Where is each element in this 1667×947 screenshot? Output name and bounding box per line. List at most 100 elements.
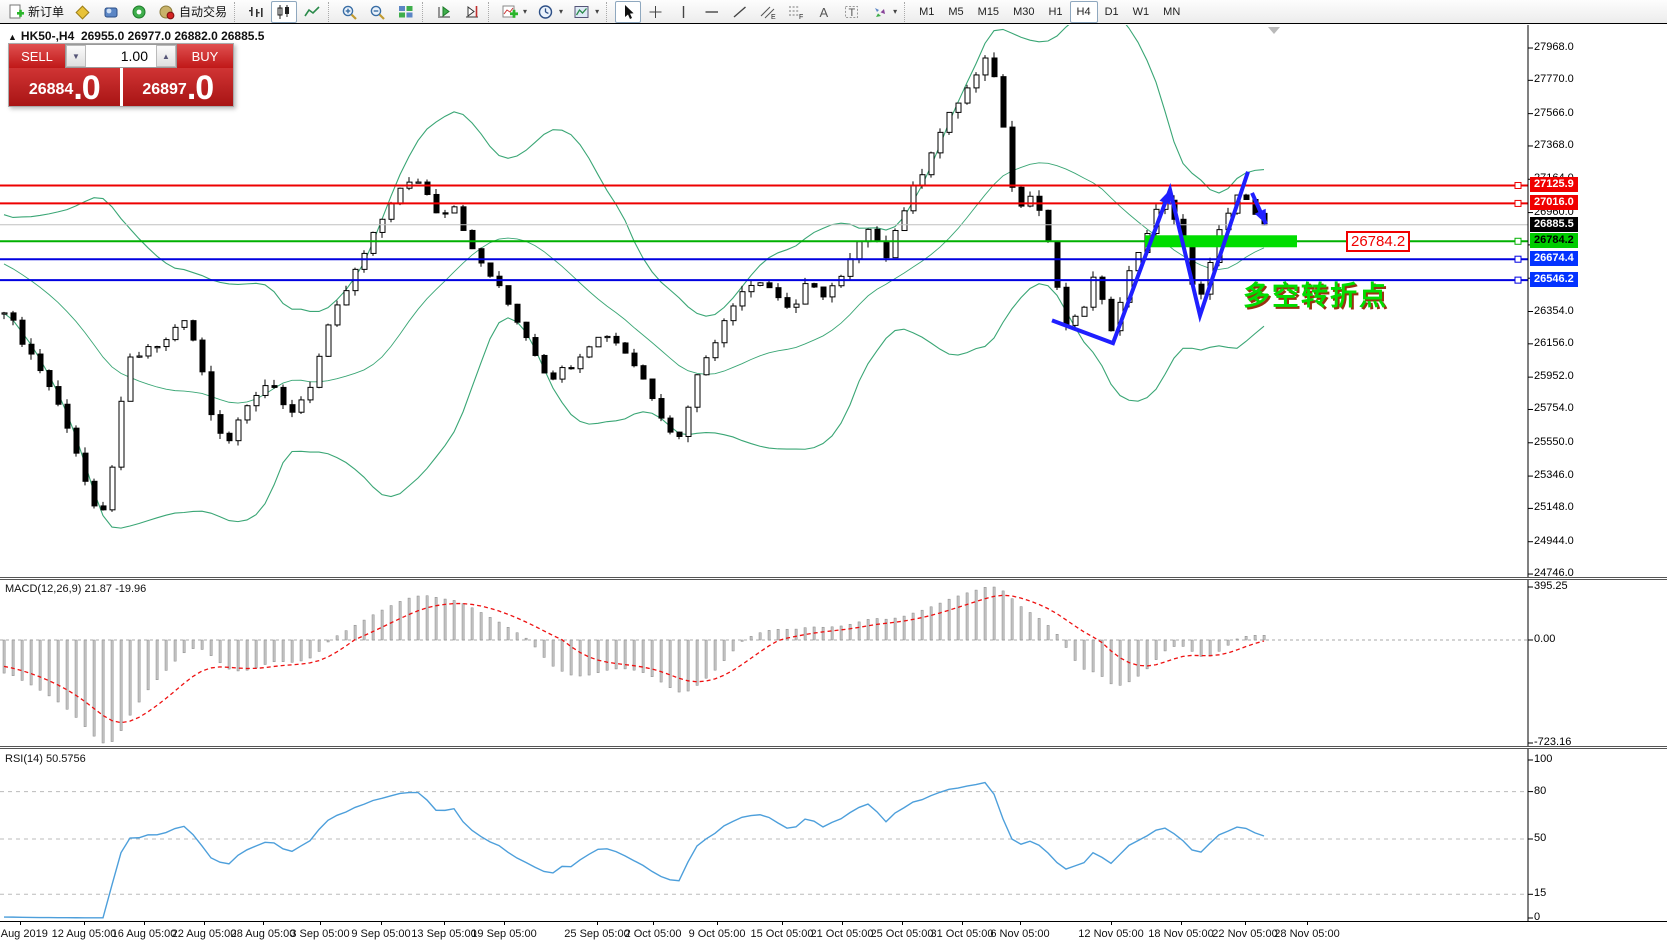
- macd-histogram-bar: [20, 639, 24, 681]
- volume-decrease-button[interactable]: ▼: [66, 45, 86, 67]
- cursor-button[interactable]: [615, 0, 642, 23]
- line-endpoint-handle[interactable]: [1514, 276, 1522, 284]
- macd-histogram-bar: [677, 639, 681, 693]
- templates-button[interactable]: ▾: [569, 1, 603, 23]
- channel-icon: E: [760, 6, 776, 20]
- candle-body: [46, 370, 53, 388]
- chevron-down-icon[interactable]: ▾: [595, 7, 599, 16]
- candle-body: [442, 212, 449, 215]
- date-label: 18 Nov 05:00: [1148, 928, 1214, 940]
- buy-price-display[interactable]: 26897.0: [122, 68, 233, 106]
- sell-button[interactable]: SELL: [9, 44, 65, 68]
- timeframe-button-h1[interactable]: H1: [1041, 1, 1069, 23]
- macd-histogram-bar: [38, 639, 42, 691]
- macd-histogram-bar: [947, 598, 951, 641]
- macd-histogram-bar: [92, 639, 96, 737]
- bar-chart-button[interactable]: [243, 1, 269, 23]
- auto-trading-button[interactable]: 自动交易: [154, 1, 231, 23]
- candle-body: [325, 324, 332, 357]
- macd-pane[interactable]: [0, 580, 1667, 746]
- timeframe-button-m5[interactable]: M5: [941, 1, 970, 23]
- crosshair-button[interactable]: [643, 1, 669, 23]
- tile-windows-button[interactable]: [393, 1, 419, 23]
- timeframe-button-m30[interactable]: M30: [1006, 1, 1041, 23]
- chevron-down-icon[interactable]: ▾: [559, 7, 563, 16]
- indicators-button[interactable]: ▾: [497, 1, 531, 23]
- macd-histogram-bar: [254, 639, 258, 669]
- chevron-down-icon[interactable]: ▾: [893, 7, 897, 16]
- clock-icon: [538, 4, 553, 19]
- channel-button[interactable]: E: [755, 1, 781, 23]
- chart-shift-button[interactable]: [459, 1, 485, 23]
- text-label-button[interactable]: T: [839, 1, 865, 23]
- candle-body: [361, 252, 368, 270]
- macd-histogram-bar: [794, 628, 798, 641]
- date-label: 2 Oct 05:00: [624, 928, 682, 940]
- date-label: 25 Sep 05:00: [564, 928, 630, 940]
- arrows-button[interactable]: ▾: [867, 1, 901, 23]
- collapse-triangle-icon[interactable]: ▲: [8, 32, 17, 42]
- candle-body: [730, 305, 737, 322]
- timeframe-button-m15[interactable]: M15: [971, 1, 1006, 23]
- candle-body: [694, 374, 701, 408]
- pane-divider[interactable]: [0, 746, 1667, 749]
- price-level-tag: 26674.4: [1530, 251, 1578, 267]
- time-axis-tick: [902, 922, 903, 925]
- line-endpoint-handle[interactable]: [1514, 181, 1522, 189]
- macd-histogram-bar: [1001, 590, 1005, 641]
- macd-histogram-bar: [1172, 639, 1176, 647]
- horizontal-line-button[interactable]: [699, 1, 725, 23]
- macd-histogram-bar: [650, 639, 654, 677]
- candle-body: [424, 181, 431, 195]
- volume-increase-button[interactable]: ▲: [156, 45, 176, 67]
- macd-histogram-bar: [857, 621, 861, 641]
- timeframe-button-h4[interactable]: H4: [1069, 0, 1098, 23]
- auto-scroll-button[interactable]: [431, 1, 457, 23]
- buy-button[interactable]: BUY: [177, 44, 233, 68]
- textT-icon: T: [845, 5, 859, 19]
- chart-shift-marker-icon[interactable]: [1268, 27, 1280, 34]
- sell-price-display[interactable]: 26884.0: [9, 68, 120, 106]
- pane-divider[interactable]: [0, 577, 1667, 580]
- sell-price-main: 26884: [28, 81, 74, 98]
- rsi-pane[interactable]: [0, 749, 1667, 921]
- candle-body: [136, 355, 143, 358]
- macd-histogram-bar: [614, 639, 618, 670]
- macd-histogram-bar: [1064, 639, 1068, 648]
- line-endpoint-handle[interactable]: [1514, 237, 1522, 245]
- timeframe-button-d1[interactable]: D1: [1098, 1, 1126, 23]
- zoom-in-button[interactable]: [337, 1, 363, 23]
- zoom-out-button[interactable]: [365, 1, 391, 23]
- new-order-button[interactable]: 新订单: [3, 1, 68, 23]
- strategy-tester-button[interactable]: [126, 1, 152, 23]
- candle-body: [1, 312, 8, 315]
- line-endpoint-handle[interactable]: [1514, 199, 1522, 207]
- macd-histogram-bar: [767, 630, 771, 641]
- line-endpoint-handle[interactable]: [1514, 255, 1522, 263]
- macd-histogram-bar: [1082, 639, 1086, 670]
- terminal-button[interactable]: [98, 1, 124, 23]
- candle-body: [1108, 298, 1115, 332]
- timeframe-button-w1[interactable]: W1: [1126, 1, 1157, 23]
- svg-text:T: T: [849, 7, 856, 19]
- macd-histogram-bar: [884, 618, 888, 641]
- trendline-button[interactable]: [727, 1, 753, 23]
- timeframe-button-mn[interactable]: MN: [1156, 1, 1187, 23]
- text-button[interactable]: A: [811, 1, 837, 23]
- macd-histogram-bar: [641, 639, 645, 673]
- macd-histogram-bar: [515, 632, 519, 641]
- fibonacci-button[interactable]: F: [783, 1, 809, 23]
- periods-button[interactable]: ▾: [533, 1, 567, 23]
- volume-input[interactable]: 1.00: [86, 48, 156, 64]
- timeframe-button-m1[interactable]: M1: [912, 1, 941, 23]
- time-axis[interactable]: 6 Aug 201912 Aug 05:0016 Aug 05:0022 Aug…: [0, 921, 1667, 947]
- line-chart-button[interactable]: [299, 1, 325, 23]
- macd-histogram-bar: [1055, 634, 1059, 641]
- market-watch-button[interactable]: [70, 1, 96, 23]
- main-chart-pane[interactable]: [0, 25, 1667, 578]
- chevron-down-icon[interactable]: ▾: [523, 7, 527, 16]
- candlestick-chart-button[interactable]: [271, 0, 298, 23]
- support-zone-highlight[interactable]: [1145, 235, 1297, 248]
- price-tag-label[interactable]: 26784.2: [1346, 231, 1411, 252]
- vertical-line-button[interactable]: [671, 1, 697, 23]
